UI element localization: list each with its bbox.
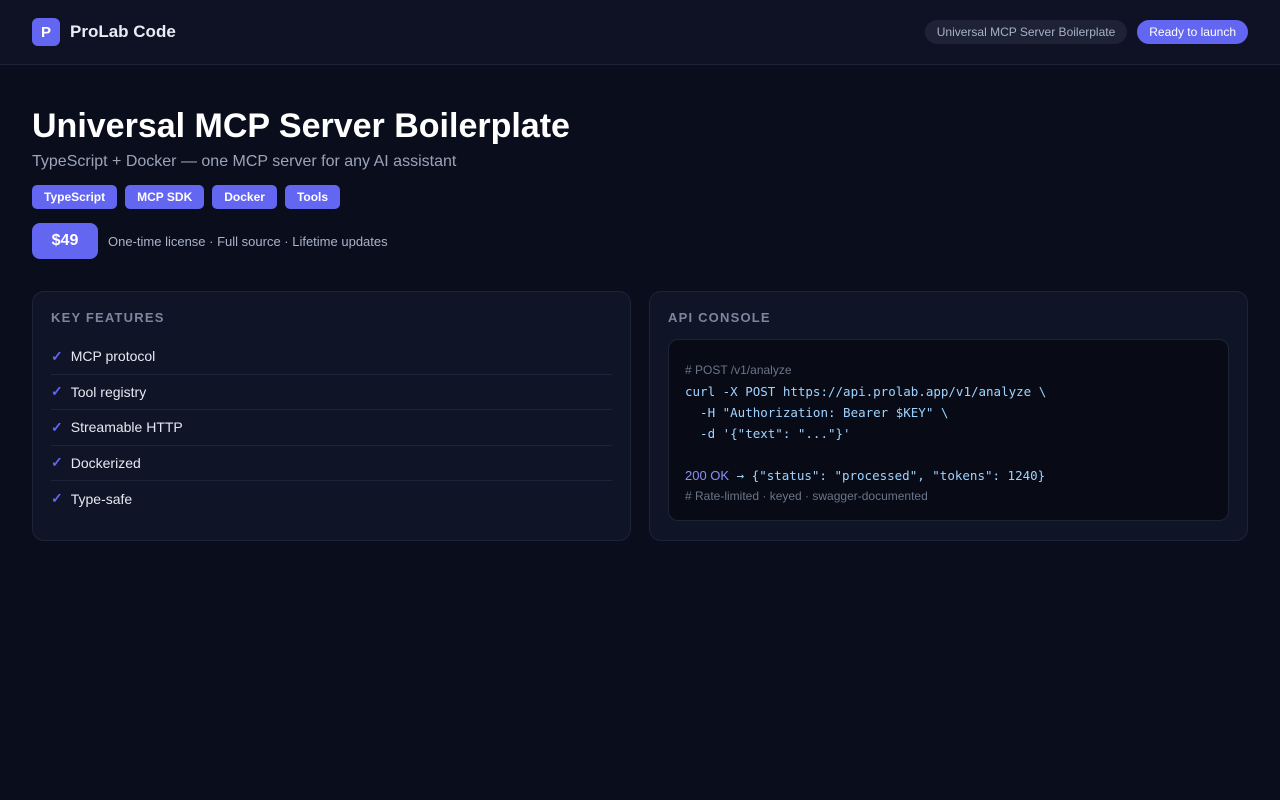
list-item: ✓ Streamable HTTP bbox=[51, 410, 612, 446]
feature-label: Tool registry bbox=[70, 383, 147, 400]
feature-list: ✓ MCP protocol ✓ Tool registry ✓ Streama… bbox=[51, 339, 612, 517]
feature-label: Dockerized bbox=[70, 454, 141, 471]
code-line: -H "Authorization: Bearer $KEY" \ bbox=[685, 405, 949, 420]
code-line: -d '{"text": "..."}' bbox=[685, 426, 851, 441]
console-title: API CONSOLE bbox=[668, 310, 771, 325]
brand[interactable]: P ProLab Code bbox=[32, 18, 176, 46]
code-block[interactable]: # POST /v1/analyze curl -X POST https://… bbox=[668, 339, 1229, 521]
list-item: ✓ Type-safe bbox=[51, 481, 612, 517]
list-item: ✓ MCP protocol bbox=[51, 339, 612, 375]
top-bar: P ProLab Code Universal MCP Server Boile… bbox=[0, 0, 1280, 65]
api-console-card: API CONSOLE # POST /v1/analyze curl -X P… bbox=[649, 291, 1248, 541]
header-actions: Universal MCP Server Boilerplate Ready t… bbox=[924, 20, 1248, 44]
check-icon: ✓ bbox=[51, 454, 63, 471]
code-line: curl -X POST https://api.prolab.app/v1/a… bbox=[685, 384, 1047, 399]
response-line: 200 OK → {"status": "processed", "tokens… bbox=[685, 465, 1212, 486]
check-icon: ✓ bbox=[51, 383, 63, 400]
tag-typescript: TypeScript bbox=[32, 185, 118, 209]
ready-to-launch-button[interactable]: Ready to launch bbox=[1137, 20, 1248, 44]
tag-mcp-sdk: MCP SDK bbox=[125, 185, 205, 209]
tag-tools: Tools bbox=[284, 185, 341, 209]
price-row: $49 One-time license · Full source · Lif… bbox=[32, 223, 1248, 259]
hero: Universal MCP Server Boilerplate TypeScr… bbox=[0, 65, 1280, 259]
features-card: KEY FEATURES ✓ MCP protocol ✓ Tool regis… bbox=[32, 291, 631, 541]
price-note: One-time license · Full source · Lifetim… bbox=[108, 233, 388, 249]
product-pill: Universal MCP Server Boilerplate bbox=[924, 20, 1128, 44]
feature-label: Streamable HTTP bbox=[70, 419, 183, 436]
check-icon: ✓ bbox=[51, 347, 63, 364]
feature-label: Type-safe bbox=[70, 490, 133, 507]
check-icon: ✓ bbox=[51, 490, 63, 507]
page-title: Universal MCP Server Boilerplate bbox=[32, 107, 570, 145]
list-item: ✓ Dockerized bbox=[51, 446, 612, 481]
code-comment: # Rate-limited · keyed · swagger-documen… bbox=[685, 489, 928, 503]
tag-list: TypeScript MCP SDK Docker Tools bbox=[32, 185, 1248, 209]
status-code: 200 OK bbox=[685, 468, 730, 483]
feature-label: MCP protocol bbox=[70, 348, 156, 365]
tag-docker: Docker bbox=[212, 185, 277, 209]
page-subtitle: TypeScript + Docker — one MCP server for… bbox=[32, 153, 457, 170]
list-item: ✓ Tool registry bbox=[51, 375, 612, 410]
cards-row: KEY FEATURES ✓ MCP protocol ✓ Tool regis… bbox=[0, 259, 1280, 541]
brand-name: ProLab Code bbox=[70, 22, 176, 41]
response-body: → {"status": "processed", "tokens": 1240… bbox=[729, 468, 1046, 483]
features-title: KEY FEATURES bbox=[51, 310, 165, 325]
price-badge[interactable]: $49 bbox=[32, 223, 98, 259]
code-comment: # POST /v1/analyze bbox=[685, 363, 792, 377]
check-icon: ✓ bbox=[51, 418, 63, 435]
logo-icon: P bbox=[32, 18, 60, 46]
